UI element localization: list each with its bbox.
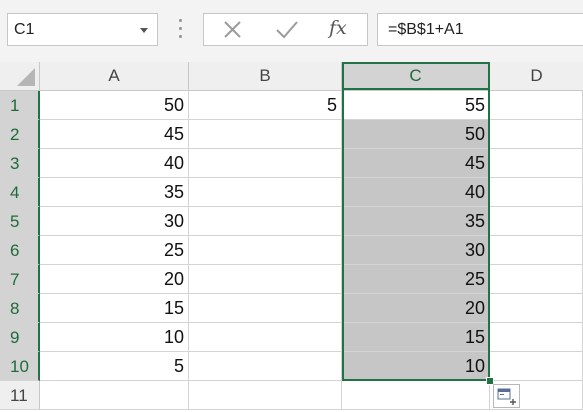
cell-b6[interactable] [189, 236, 342, 265]
row-header[interactable]: 6 [0, 236, 40, 265]
select-all-icon [17, 68, 35, 86]
x-icon[interactable] [221, 14, 245, 45]
cell-b7[interactable] [189, 265, 342, 294]
row-header[interactable]: 7 [0, 265, 40, 294]
cell-c8[interactable]: 20 [342, 294, 490, 323]
cell-a8[interactable]: 15 [40, 294, 189, 323]
select-all-button[interactable] [0, 62, 40, 90]
cell-d4[interactable] [490, 178, 583, 207]
cell-d5[interactable] [490, 207, 583, 236]
cell-a7[interactable]: 20 [40, 265, 189, 294]
cell-b10[interactable] [189, 352, 342, 381]
chevron-down-icon[interactable] [140, 28, 148, 33]
cell-d9[interactable] [490, 323, 583, 352]
formula-bar: C1 fx =$B$1+A1 [0, 0, 583, 62]
cell-c9[interactable]: 15 [342, 323, 490, 352]
cell-c10[interactable]: 10 [342, 352, 490, 381]
cell-c1[interactable]: 55 [342, 91, 490, 120]
grip-icon[interactable] [179, 19, 182, 39]
cell-d2[interactable] [490, 120, 583, 149]
insert-function-button[interactable]: fx [329, 17, 347, 39]
name-box[interactable]: C1 [7, 13, 158, 46]
cell-c2[interactable]: 50 [342, 120, 490, 149]
cell-d3[interactable] [490, 149, 583, 178]
row-header[interactable]: 4 [0, 178, 40, 207]
column-header-b[interactable]: B [189, 62, 342, 90]
cell-a1[interactable]: 50 [40, 91, 189, 120]
cell-a11[interactable] [40, 381, 189, 410]
cell-d6[interactable] [490, 236, 583, 265]
row-header[interactable]: 2 [0, 120, 40, 149]
cell-b5[interactable] [189, 207, 342, 236]
cell-a6[interactable]: 25 [40, 236, 189, 265]
cell-a5[interactable]: 30 [40, 207, 189, 236]
row-header[interactable]: 9 [0, 323, 40, 352]
row-header[interactable]: 10 [0, 352, 40, 381]
cell-c5[interactable]: 35 [342, 207, 490, 236]
column-header-d[interactable]: D [490, 62, 583, 90]
formula-text: =$B$1+A1 [388, 21, 464, 38]
cell-b2[interactable] [189, 120, 342, 149]
column-header-c[interactable]: C [342, 62, 490, 90]
cell-b3[interactable] [189, 149, 342, 178]
cell-c6[interactable]: 30 [342, 236, 490, 265]
formula-buttons: fx [203, 13, 368, 46]
cell-b8[interactable] [189, 294, 342, 323]
cell-d7[interactable] [490, 265, 583, 294]
cell-d1[interactable] [490, 91, 583, 120]
cell-c4[interactable]: 40 [342, 178, 490, 207]
cell-b9[interactable] [189, 323, 342, 352]
cell-a2[interactable]: 45 [40, 120, 189, 149]
cell-c3[interactable]: 45 [342, 149, 490, 178]
cell-c7[interactable]: 25 [342, 265, 490, 294]
row-header[interactable]: 11 [0, 381, 40, 410]
cell-d10[interactable] [490, 352, 583, 381]
quick-analysis-icon [497, 388, 516, 405]
formula-input[interactable]: =$B$1+A1 [377, 13, 583, 46]
quick-analysis-button[interactable] [493, 384, 520, 408]
worksheet-grid: A B C D 1 50 5 55 2 45 50 3 40 45 4 35 40 5 30 35 6 25 30 7… [0, 62, 583, 410]
cell-a10[interactable]: 5 [40, 352, 189, 381]
name-box-value: C1 [14, 21, 35, 38]
cell-a4[interactable]: 35 [40, 178, 189, 207]
cell-c11[interactable] [342, 381, 490, 410]
row-header[interactable]: 1 [0, 91, 40, 120]
column-header-a[interactable]: A [40, 62, 189, 90]
cell-a9[interactable]: 10 [40, 323, 189, 352]
cell-b4[interactable] [189, 178, 342, 207]
check-icon[interactable] [274, 14, 300, 45]
row-header[interactable]: 3 [0, 149, 40, 178]
cell-b11[interactable] [189, 381, 342, 410]
column-header-row: A B C D [0, 62, 583, 91]
row-header[interactable]: 5 [0, 207, 40, 236]
cell-d8[interactable] [490, 294, 583, 323]
cell-a3[interactable]: 40 [40, 149, 189, 178]
cell-b1[interactable]: 5 [189, 91, 342, 120]
row-header[interactable]: 8 [0, 294, 40, 323]
